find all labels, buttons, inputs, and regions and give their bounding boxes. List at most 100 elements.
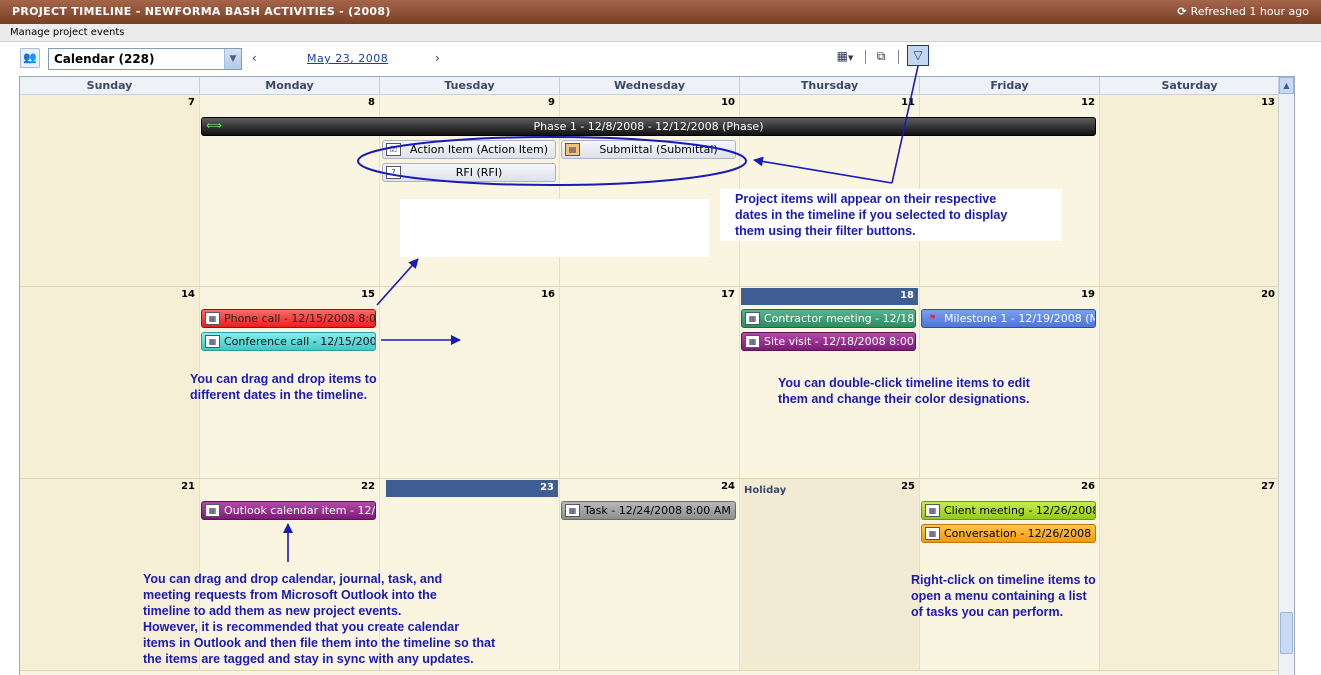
- day-number: 12: [1081, 97, 1095, 108]
- toolbar: 👥 Calendar (228) ▼ ‹ May 23, 2008 › ▦▼ ⧉…: [0, 42, 1321, 74]
- day-number: 19: [1081, 289, 1095, 300]
- calendar-item-icon: ▦: [205, 312, 220, 325]
- annotation-line: meeting requests from Microsoft Outlook …: [143, 588, 437, 602]
- event-rfi[interactable]: ? RFI (RFI): [382, 163, 556, 182]
- refresh-icon[interactable]: ⟳: [1177, 5, 1186, 18]
- event-label: Contractor meeting - 12/18/2...: [764, 312, 915, 325]
- phase-arrows-icon: ⟺: [206, 119, 222, 132]
- manage-project-events-link[interactable]: Manage project events: [10, 27, 124, 38]
- day-number: 17: [721, 289, 735, 300]
- annotation-drag-note: You can drag and drop items to different…: [190, 371, 377, 403]
- event-label: Site visit - 12/18/2008 8:00 A...: [764, 335, 915, 348]
- day-cell[interactable]: 7: [20, 95, 200, 287]
- day-cell-holiday[interactable]: Holiday 25: [740, 479, 920, 671]
- event-outlook-calendar-item[interactable]: ▦ Outlook calendar item - 12/22...: [201, 501, 376, 520]
- calendar-item-icon: ▦: [925, 527, 940, 540]
- annotation-line: You can drag and drop calendar, journal,…: [143, 572, 443, 586]
- calendar-select-value: Calendar (228): [54, 52, 155, 66]
- calendar-view-icon[interactable]: ▦▼: [831, 46, 859, 66]
- day-number: 9: [548, 97, 555, 108]
- event-milestone[interactable]: ⚑ Milestone 1 - 12/19/2008 (Mil...: [921, 309, 1096, 328]
- chevron-down-icon[interactable]: ▼: [224, 49, 241, 69]
- calendar-item-icon: ▦: [925, 504, 940, 517]
- day-cell[interactable]: 14: [20, 287, 200, 479]
- day-cell[interactable]: 20: [1100, 287, 1280, 479]
- event-label: Task - 12/24/2008 8:00 AM - ...: [584, 504, 736, 517]
- window-title-bar: PROJECT TIMELINE - NEWFORMA BASH ACTIVIT…: [0, 0, 1321, 24]
- day-number: 26: [1081, 481, 1095, 492]
- refresh-status[interactable]: ⟳ Refreshed 1 hour ago: [1177, 5, 1309, 18]
- event-label: Outlook calendar item - 12/22...: [224, 504, 376, 517]
- next-button[interactable]: ›: [435, 51, 440, 65]
- refresh-label: Refreshed 1 hour ago: [1190, 5, 1309, 18]
- day-cell[interactable]: 17: [560, 287, 740, 479]
- annotation-line: Right-click on timeline items to: [911, 573, 1096, 587]
- event-label: Conversation - 12/26/2008 8:...: [944, 527, 1095, 540]
- day-number: 8: [368, 97, 375, 108]
- event-client-meeting[interactable]: ▦ Client meeting - 12/26/2008 8...: [921, 501, 1096, 520]
- event-label: Client meeting - 12/26/2008 8...: [944, 504, 1096, 517]
- day-header-thursday: Thursday: [740, 77, 920, 95]
- calendar-select[interactable]: Calendar (228) ▼: [48, 48, 242, 70]
- day-number: 11: [901, 97, 915, 108]
- scroll-thumb[interactable]: [1280, 612, 1293, 654]
- annotation-line: dates in the timeline if you selected to…: [735, 208, 1008, 222]
- date-link[interactable]: May 23, 2008: [307, 52, 388, 65]
- event-submittal[interactable]: ▤ Submittal (Submittal): [561, 140, 736, 159]
- annotation-line: You can drag and drop items to: [190, 372, 377, 386]
- annotation-line: them and change their color designations…: [778, 392, 1030, 406]
- milestone-flag-icon: ⚑: [928, 313, 937, 322]
- today-highlight: 18: [741, 288, 918, 305]
- day-header-tuesday: Tuesday: [380, 77, 560, 95]
- grouping-icon[interactable]: ⧉: [871, 46, 891, 66]
- event-site-visit[interactable]: ▦ Site visit - 12/18/2008 8:00 A...: [741, 332, 916, 351]
- action-item-icon: ☑: [386, 143, 401, 156]
- submittal-icon: ▤: [565, 143, 580, 156]
- day-cell[interactable]: 16: [380, 287, 560, 479]
- event-label: RFI (RFI): [455, 166, 503, 179]
- event-phase[interactable]: ⟺ Phase 1 - 12/8/2008 - 12/12/2008 (Phase…: [201, 117, 1096, 136]
- event-conversation[interactable]: ▦ Conversation - 12/26/2008 8:...: [921, 524, 1096, 543]
- annotation-line: You can double-click timeline items to e…: [778, 376, 1030, 390]
- day-cell[interactable]: 27: [1100, 479, 1280, 671]
- day-number: 21: [181, 481, 195, 492]
- calendar-item-icon: ▦: [745, 312, 760, 325]
- annotation-dblclick-note: You can double-click timeline items to e…: [778, 375, 1030, 407]
- day-number: 23: [540, 482, 554, 493]
- calendar-item-icon: ▦: [745, 335, 760, 348]
- manage-bar: Manage project events: [0, 24, 1321, 42]
- annotation-line: different dates in the timeline.: [190, 388, 368, 402]
- toolbar-separator: [865, 50, 866, 64]
- day-cell[interactable]: 13: [1100, 95, 1280, 287]
- annotation-line: items in Outlook and then file them into…: [143, 636, 496, 650]
- prev-button[interactable]: ‹: [252, 51, 257, 65]
- event-task[interactable]: ▦ Task - 12/24/2008 8:00 AM - ...: [561, 501, 736, 520]
- event-label: Phone call - 12/15/2008 8:00...: [224, 312, 376, 325]
- annotation-line: Project items will appear on their respe…: [735, 192, 997, 206]
- day-number: 25: [901, 481, 915, 492]
- rfi-icon: ?: [386, 166, 401, 179]
- day-number: 22: [361, 481, 375, 492]
- event-contractor-meeting[interactable]: ▦ Contractor meeting - 12/18/2...: [741, 309, 916, 328]
- selected-day-highlight: 23: [386, 480, 558, 497]
- annotation-outlook-note: You can drag and drop calendar, journal,…: [143, 571, 495, 667]
- day-header-sunday: Sunday: [20, 77, 200, 95]
- event-phone-call[interactable]: ▦ Phone call - 12/15/2008 8:00...: [201, 309, 376, 328]
- annotation-filter-note: Project items will appear on their respe…: [735, 191, 1007, 239]
- event-conference-call[interactable]: ▦ Conference call - 12/15/2008...: [201, 332, 376, 351]
- scroll-up-icon[interactable]: ▲: [1279, 77, 1294, 94]
- annotation-line: them using their filter buttons.: [735, 224, 916, 238]
- vertical-scrollbar[interactable]: ▲: [1278, 77, 1294, 675]
- day-header-saturday: Saturday: [1100, 77, 1280, 95]
- people-icon[interactable]: 👥: [20, 48, 40, 68]
- event-label: Action Item (Action Item): [409, 143, 549, 156]
- annotation-line: open a menu containing a list: [911, 589, 1087, 603]
- day-number: 24: [721, 481, 735, 492]
- event-action-item[interactable]: ☑ Action Item (Action Item): [382, 140, 556, 159]
- annotation-line: of tasks you can perform.: [911, 605, 1064, 619]
- day-number: 15: [361, 289, 375, 300]
- filter-icon[interactable]: ▽: [907, 45, 929, 66]
- day-number: 18: [900, 290, 914, 301]
- day-header-friday: Friday: [920, 77, 1100, 95]
- day-header-wednesday: Wednesday: [560, 77, 740, 95]
